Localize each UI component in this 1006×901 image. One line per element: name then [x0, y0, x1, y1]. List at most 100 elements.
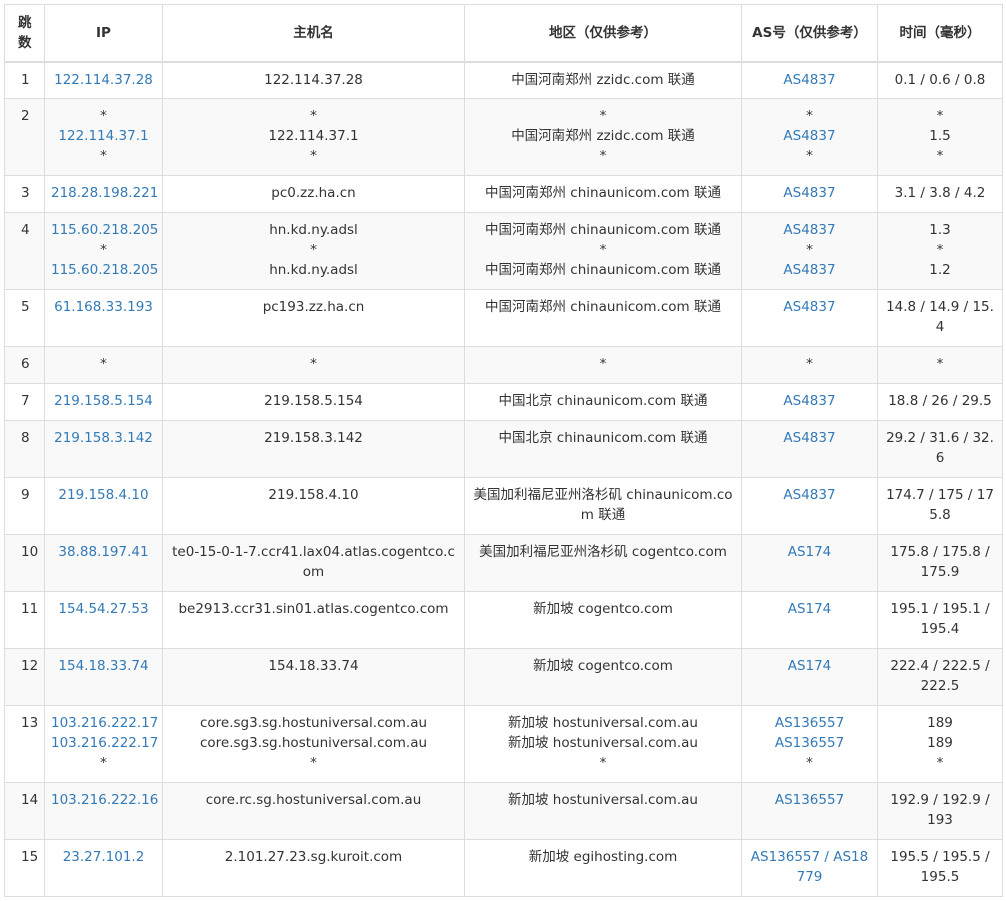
time-cell: 14.8 / 14.9 / 15.4: [877, 289, 1003, 347]
ip-text: *: [100, 242, 107, 258]
table-row: 14 103.216.222.16 core.rc.sg.hostuniversal…: [4, 782, 1003, 840]
asn-link[interactable]: AS4837: [748, 220, 871, 240]
asn-cell: AS4837: [741, 420, 878, 478]
region-text: *: [599, 108, 607, 124]
table-row: 13 103.216.222.17 103.216.222.17 * core.sg3.…: [4, 705, 1003, 783]
asn-link[interactable]: AS136557 / AS18779: [748, 847, 871, 887]
asn-cell: AS4837: [741, 477, 878, 535]
host-text: core.sg3.sg.hostuniversal.com.au: [199, 735, 428, 751]
host-cell: * 122.114.37.1 *: [162, 98, 465, 176]
time-text: 1.2: [929, 262, 951, 278]
region-text: *: [599, 356, 607, 372]
region-text: *: [599, 755, 607, 771]
ip-cell: 219.158.5.154: [44, 383, 163, 421]
region-cell: 新加坡 egihosting.com: [464, 839, 742, 897]
asn-cell: AS4837: [741, 383, 878, 421]
region-text: 新加坡 hostuniversal.com.au: [508, 715, 698, 731]
host-cell: *: [162, 346, 465, 384]
ip-link[interactable]: 154.18.33.74: [51, 656, 156, 676]
asn-link[interactable]: AS4837: [748, 70, 871, 90]
asn-cell: AS4837: [741, 175, 878, 213]
ip-cell: * 122.114.37.1 *: [44, 98, 163, 176]
ip-cell: 61.168.33.193: [44, 289, 163, 347]
asn-link[interactable]: AS136557: [748, 790, 871, 810]
ip-link[interactable]: 219.158.5.154: [51, 391, 156, 411]
ip-link[interactable]: 122.114.37.28: [51, 70, 156, 90]
asn-cell: * AS4837 *: [741, 98, 878, 176]
time-text: 195.5 / 195.5 / 195.5: [890, 849, 990, 885]
region-text: *: [599, 148, 607, 164]
asn-link[interactable]: AS136557: [748, 713, 871, 733]
host-text: *: [310, 242, 317, 258]
host-text: te0-15-0-1-7.ccr41.lax04.atlas.cogentco.…: [172, 544, 455, 580]
asn-link[interactable]: AS4837: [748, 428, 871, 448]
table-row: 1 122.114.37.28 122.114.37.28 中国河南郑州 zzidc.…: [4, 61, 1003, 99]
asn-link[interactable]: AS4837: [748, 485, 871, 505]
asn-link[interactable]: AS174: [748, 599, 871, 619]
table-row: 5 61.168.33.193 pc193.zz.ha.cn 中国河南郑州 china…: [4, 289, 1003, 347]
ip-link[interactable]: 61.168.33.193: [51, 297, 156, 317]
table-row: 7 219.158.5.154 219.158.5.154 中国北京 chinauni…: [4, 383, 1003, 421]
asn-link[interactable]: AS174: [748, 542, 871, 562]
ip-link[interactable]: 23.27.101.2: [51, 847, 156, 867]
ip-link[interactable]: 154.54.27.53: [51, 599, 156, 619]
table-row: 12 154.18.33.74 154.18.33.74 新加坡 cogentco.c…: [4, 648, 1003, 706]
hop-number: 15: [4, 839, 45, 897]
host-cell: 219.158.4.10: [162, 477, 465, 535]
time-cell: * 1.5 *: [877, 98, 1003, 176]
host-text: 154.18.33.74: [268, 658, 359, 674]
host-cell: hn.kd.ny.adsl * hn.kd.ny.adsl: [162, 212, 465, 290]
asn-link[interactable]: AS4837: [748, 391, 871, 411]
time-cell: 0.1 / 0.6 / 0.8: [877, 61, 1003, 99]
hop-number: 7: [4, 383, 45, 421]
ip-link[interactable]: 115.60.218.205: [51, 260, 158, 280]
region-text: 中国北京 chinaunicom.com 联通: [498, 430, 708, 446]
asn-cell: AS174: [741, 591, 878, 649]
time-cell: 174.7 / 175 / 175.8: [877, 477, 1003, 535]
ip-link[interactable]: 219.158.4.10: [51, 485, 156, 505]
time-cell: 3.1 / 3.8 / 4.2: [877, 175, 1003, 213]
traceroute-table: 跳数 IP 主机名 地区（仅供参考） AS号（仅供参考） 时间（毫秒） 1 122…: [4, 4, 1003, 897]
host-text: be2913.ccr31.sin01.atlas.cogentco.com: [178, 601, 449, 617]
ip-cell: 103.216.222.17 103.216.222.17 *: [44, 705, 163, 783]
asn-link[interactable]: AS4837: [748, 297, 871, 317]
table-row: 4 115.60.218.205 * 115.60.218.205 hn.kd.ny.a…: [4, 212, 1003, 290]
asn-link[interactable]: AS136557: [748, 733, 871, 753]
region-cell: 中国北京 chinaunicom.com 联通: [464, 383, 742, 421]
asn-link[interactable]: AS4837: [748, 126, 871, 146]
asn-cell: AS136557: [741, 782, 878, 840]
host-text: *: [310, 755, 317, 771]
region-cell: 中国河南郑州 chinaunicom.com 联通: [464, 289, 742, 347]
table-row: 15 23.27.101.2 2.101.27.23.sg.kuroit.com 新加…: [4, 839, 1003, 897]
ip-link[interactable]: 38.88.197.41: [51, 542, 156, 562]
host-text: hn.kd.ny.adsl: [269, 262, 358, 278]
host-text: *: [310, 148, 317, 164]
ip-link[interactable]: 103.216.222.17: [51, 733, 158, 753]
region-cell: 美国加利福尼亚州洛杉矶 cogentco.com: [464, 534, 742, 592]
ip-link[interactable]: 122.114.37.1: [51, 126, 156, 146]
ip-link[interactable]: 115.60.218.205: [51, 220, 158, 240]
host-text: 122.114.37.1: [268, 128, 359, 144]
asn-link[interactable]: AS4837: [748, 183, 871, 203]
hop-number: 6: [4, 346, 45, 384]
asn-link[interactable]: AS174: [748, 656, 871, 676]
host-cell: pc0.zz.ha.cn: [162, 175, 465, 213]
region-text: 中国河南郑州 chinaunicom.com 联通: [485, 222, 721, 238]
region-cell: * 中国河南郑州 zzidc.com 联通 *: [464, 98, 742, 176]
table-header-row: 跳数 IP 主机名 地区（仅供参考） AS号（仅供参考） 时间（毫秒）: [4, 4, 1003, 63]
ip-link[interactable]: 219.158.3.142: [51, 428, 156, 448]
header-hostname: 主机名: [162, 4, 465, 63]
time-cell: 222.4 / 222.5 / 222.5: [877, 648, 1003, 706]
ip-link[interactable]: 103.216.222.17: [51, 713, 158, 733]
region-text: 中国北京 chinaunicom.com 联通: [498, 393, 708, 409]
time-text: 3.1 / 3.8 / 4.2: [894, 185, 986, 201]
region-cell: 中国河南郑州 zzidc.com 联通: [464, 61, 742, 99]
asn-link[interactable]: AS4837: [748, 260, 871, 280]
asn-text: *: [806, 148, 813, 164]
ip-link[interactable]: 103.216.222.16: [51, 790, 158, 810]
region-text: 中国河南郑州 zzidc.com 联通: [511, 128, 695, 144]
host-text: hn.kd.ny.adsl: [269, 222, 358, 238]
ip-link[interactable]: 218.28.198.221: [51, 183, 158, 203]
time-cell: 189 189 *: [877, 705, 1003, 783]
hop-number: 3: [4, 175, 45, 213]
